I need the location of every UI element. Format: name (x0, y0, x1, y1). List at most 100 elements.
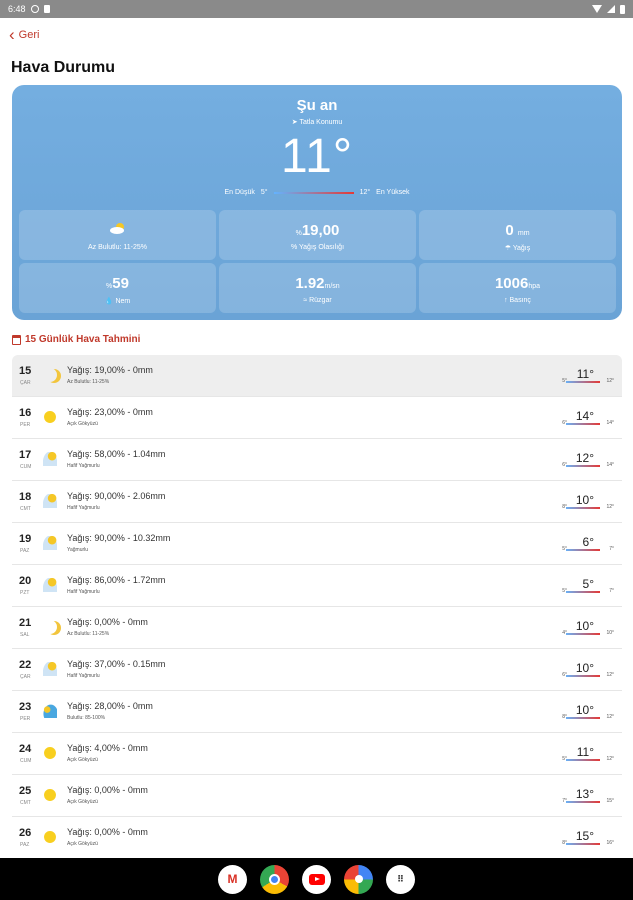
forecast-weekday: PER (20, 422, 31, 428)
forecast-row[interactable]: 25 CMT Yağış: 0,00% - 0mm Açık Gökyüzü 13° 7°… (12, 775, 622, 817)
forecast-temp: 6° (582, 535, 594, 549)
forecast-row[interactable]: 19 PAZ Yağış: 90,00% - 10.32mm Yağmurlu 6° 5°… (12, 523, 622, 565)
condition-tile: Az Bulutlu: 11-25% (19, 210, 216, 260)
low-value: 5° (260, 189, 268, 196)
forecast-range-bar (566, 843, 600, 845)
forecast-title-label: 15 Günlük Hava Tahmini (25, 334, 141, 345)
high-value: 12° (359, 189, 371, 196)
forecast-temp: 11° (576, 745, 594, 759)
forecast-weekday: PER (20, 716, 31, 722)
forecast-weekday: ÇAR (20, 380, 31, 386)
temperature-range: En Düşük 5° 12° En Yüksek (12, 189, 622, 196)
sun-icon (44, 831, 56, 843)
location-arrow-icon: ➤ (291, 119, 298, 126)
forecast-high: 15° (606, 798, 614, 804)
precip-chance-value: 19,00 (301, 222, 340, 239)
forecast-range-bar (566, 423, 600, 425)
forecast-row[interactable]: 26 PAZ Yağış: 0,00% - 0mm Açık Gökyüzü 15° 8°… (12, 817, 622, 859)
forecast-precip: Yağış: 0,00% - 0mm (67, 785, 148, 795)
precip-value: 0 (505, 222, 514, 239)
battery-icon (620, 4, 625, 14)
cloudy-icon (43, 704, 57, 718)
forecast-row[interactable]: 15 ÇAR Yağış: 19,00% - 0mm Az Bulutlu: 11-2… (12, 355, 622, 397)
forecast-temp: 13° (575, 787, 594, 801)
rain-cloud-icon (43, 536, 57, 550)
current-temperature: 11° (280, 130, 354, 183)
photos-icon[interactable] (344, 864, 373, 894)
forecast-temp: 10° (575, 703, 594, 717)
forecast-row[interactable]: 17 CUM Yağış: 58,00% - 1.04mm Hafif Yağmurl… (12, 439, 622, 481)
sun-icon (44, 747, 56, 759)
page-title: Hava Durumu (11, 59, 116, 76)
forecast-condition: Açık Gökyüzü (67, 799, 98, 805)
forecast-day: 25 (19, 785, 32, 797)
gmail-icon[interactable]: M (218, 864, 247, 894)
forecast-high: 12° (606, 672, 614, 678)
forecast-row[interactable]: 18 CMT Yağış: 90,00% - 2.06mm Hafif Yağmurl… (12, 481, 622, 523)
location-label: Tatla Konumu (299, 119, 343, 126)
forecast-high: 12° (606, 378, 614, 384)
forecast-range-bar (566, 591, 600, 593)
sun-icon (44, 411, 56, 423)
forecast-weekday: CMT (20, 800, 31, 806)
youtube-icon[interactable] (302, 864, 331, 894)
forecast-day: 20 (19, 575, 32, 587)
forecast-temp: 10° (575, 619, 594, 633)
forecast-row[interactable]: 23 PER Yağış: 28,00% - 0mm Bulutlu: 85-100%… (12, 691, 622, 733)
forecast-condition: Açık Gökyüzü (67, 841, 98, 847)
forecast-precip: Yağış: 23,00% - 0mm (67, 407, 153, 417)
forecast-condition: Hafif Yağmurlu (67, 673, 100, 679)
forecast-condition: Hafif Yağmurlu (67, 463, 100, 469)
forecast-high: 12° (606, 756, 614, 762)
forecast-precip: Yağış: 86,00% - 1.72mm (67, 575, 166, 585)
forecast-weekday: PAZ (20, 842, 30, 848)
sun-icon (44, 789, 56, 801)
forecast-range-bar (566, 759, 600, 761)
precip-chance-tile: %19,00 % Yağış Olasılığı (219, 210, 416, 260)
forecast-precip: Yağış: 4,00% - 0mm (67, 743, 148, 753)
forecast-range-bar (566, 675, 600, 677)
forecast-temp: 15° (575, 829, 594, 843)
forecast-day: 21 (19, 617, 32, 629)
forecast-temp: 12° (575, 451, 594, 465)
youtube-play (308, 873, 325, 885)
forecast-weekday: CUM (20, 464, 32, 470)
high-label: En Yüksek (376, 189, 410, 196)
chrome-icon[interactable] (260, 864, 289, 894)
current-location: ➤ Tatla Konumu (12, 118, 622, 126)
forecast-condition: Hafif Yağmurlu (67, 589, 100, 595)
forecast-row[interactable]: 16 PER Yağış: 23,00% - 0mm Açık Gökyüzü 14° 6… (12, 397, 622, 439)
forecast-precip: Yağış: 0,00% - 0mm (67, 617, 148, 627)
forecast-row[interactable]: 21 SAL Yağış: 0,00% - 0mm Az Bulutlu: 11-25… (12, 607, 622, 649)
forecast-weekday: CUM (20, 758, 32, 764)
forecast-range-bar (566, 549, 600, 551)
forecast-day: 16 (19, 407, 32, 419)
sync-icon (30, 5, 39, 13)
wifi-icon (592, 5, 602, 13)
wind-label: Rüzgar (309, 297, 332, 304)
forecast-row[interactable]: 22 ÇAR Yağış: 37,00% - 0.15mm Hafif Yağmurl… (12, 649, 622, 691)
range-bar (273, 191, 354, 194)
precip-label: Yağış (512, 245, 531, 252)
forecast-day: 23 (19, 701, 32, 713)
forecast-temp: 14° (575, 409, 594, 423)
forecast-row[interactable]: 24 CUM Yağış: 4,00% - 0mm Açık Gökyüzü 11° 5°… (12, 733, 622, 775)
app-drawer-icon[interactable]: ⠿ (386, 864, 415, 894)
pressure-icon: ↑ (504, 297, 508, 304)
pressure-unit: hpa (528, 283, 541, 290)
forecast-range-bar (566, 801, 600, 803)
chrome-center (269, 873, 280, 885)
forecast-row[interactable]: 20 PZT Yağış: 86,00% - 1.72mm Hafif Yağmurl… (12, 565, 622, 607)
forecast-weekday: PZT (20, 590, 30, 596)
forecast-day: 15 (19, 365, 32, 377)
forecast-precip: Yağış: 58,00% - 1.04mm (67, 449, 166, 459)
forecast-temp: 10° (575, 493, 594, 507)
moon-icon (43, 368, 57, 382)
forecast-weekday: ÇAR (20, 674, 31, 680)
wind-icon: ≈ (303, 297, 308, 304)
forecast-temp: 11° (576, 367, 594, 381)
forecast-day: 22 (19, 659, 32, 671)
forecast-high: 12° (606, 714, 614, 720)
signal-icon (607, 5, 615, 13)
back-button[interactable]: ‹ Geri (9, 26, 39, 43)
